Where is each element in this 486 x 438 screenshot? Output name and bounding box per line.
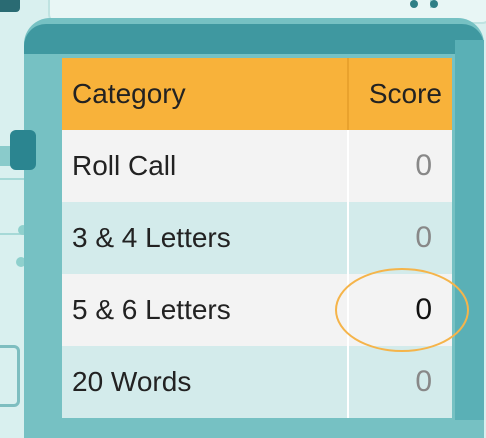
table-row-20-words[interactable]: 20 Words 0 [62,346,452,418]
scoreboard-frame-clip [10,130,36,170]
background-bracket-decoration [0,345,20,407]
score-cell: 0 [347,130,452,202]
table-row-5-6-letters[interactable]: 5 & 6 Letters 0 [62,274,452,346]
category-column-header: Category [62,58,348,130]
category-cell: 5 & 6 Letters [62,274,348,346]
score-cell-highlighted: 0 [347,274,452,346]
score-cell: 0 [347,202,452,274]
score-column-header: Score [347,58,452,130]
score-cell: 0 [347,346,452,418]
background-dot-decoration [410,0,418,8]
category-cell: 3 & 4 Letters [62,202,348,274]
background-dot-decoration [430,0,438,8]
table-header-row: Category Score [62,58,452,130]
score-table: Category Score Roll Call 0 3 & 4 Letters… [62,58,452,418]
category-cell: 20 Words [62,346,348,418]
scoreboard-frame-right-post [455,40,484,420]
scoreboard-frame-top [24,24,484,54]
category-cell: Roll Call [62,130,348,202]
background-tab-decoration [0,0,20,12]
table-row-3-4-letters[interactable]: 3 & 4 Letters 0 [62,202,452,274]
table-row-roll-call[interactable]: Roll Call 0 [62,130,452,202]
